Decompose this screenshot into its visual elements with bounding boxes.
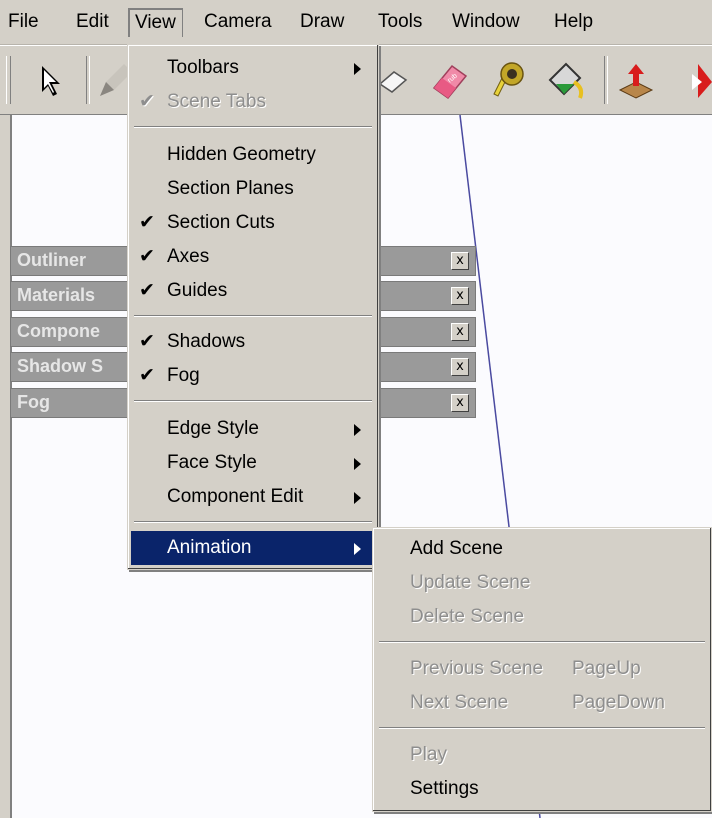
close-icon[interactable]: x [451,323,469,341]
toolbar-separator [86,56,90,104]
shortcut-label: PageUp [572,658,641,679]
menu-item-label: Section Planes [167,178,294,199]
close-icon[interactable]: x [451,287,469,305]
menu-item-next-scene[interactable]: Next Scene PageDown [376,686,708,720]
menu-item-delete-scene[interactable]: Delete Scene [376,600,708,634]
menu-item-section-cuts[interactable]: ✔ Section Cuts [131,206,375,240]
menu-item-hidden-geometry[interactable]: Hidden Geometry [131,138,375,172]
submenu-arrow-icon [354,458,361,470]
submenu-arrow-icon [354,543,361,555]
menu-item-label: Fog [167,365,200,386]
menu-item-animation[interactable]: Animation [131,531,375,565]
menu-item-section-planes[interactable]: Section Planes [131,172,375,206]
menu-item-update-scene[interactable]: Update Scene [376,566,708,600]
menu-item-settings[interactable]: Settings [376,772,708,806]
menu-item-add-scene[interactable]: Add Scene [376,532,708,566]
close-icon[interactable]: x [451,358,469,376]
menu-edit[interactable]: Edit [70,8,115,36]
menu-item-label: Play [410,744,447,765]
menu-item-component-edit[interactable]: Component Edit [131,480,375,514]
dialog-title: Fog [17,392,50,412]
menu-item-label: Previous Scene [410,658,544,679]
menu-item-previous-scene[interactable]: Previous Scene PageUp [376,652,708,686]
menu-item-edge-style[interactable]: Edge Style [131,412,375,446]
menu-item-label: Toolbars [167,57,239,78]
menu-help[interactable]: Help [548,8,599,36]
check-icon: ✔ [139,91,155,112]
menu-item-label: Next Scene [410,692,509,713]
menu-camera[interactable]: Camera [198,8,278,36]
menu-separator [134,521,372,523]
view-menu: Toolbars ✔ Scene Tabs Hidden Geometry Se… [127,44,379,570]
close-icon[interactable]: x [451,252,469,270]
menu-separator [134,400,372,402]
paint-bucket-icon[interactable] [544,58,588,102]
dialog-title: Shadow S [17,356,104,376]
menu-item-label: Scene Tabs [167,91,266,112]
menu-item-label: Update Scene [410,572,531,593]
menu-item-toolbars[interactable]: Toolbars [131,51,375,85]
submenu-arrow-icon [354,424,361,436]
menu-item-play[interactable]: Play [376,738,708,772]
menu-item-fog[interactable]: ✔ Fog [131,359,375,393]
menu-separator [134,126,372,128]
menu-separator [134,315,372,317]
toolbar-grip[interactable] [6,56,11,104]
menu-item-shadows[interactable]: ✔ Shadows [131,325,375,359]
check-icon: ✔ [139,280,155,301]
dialog-title: Outliner [17,250,87,270]
menu-item-label: Face Style [167,452,257,473]
tape-measure-icon[interactable] [484,58,528,102]
menu-item-label: Section Cuts [167,212,275,233]
close-icon[interactable]: x [451,394,469,412]
push-pull-icon[interactable] [376,58,420,102]
menu-separator [379,641,705,643]
select-arrow-icon[interactable] [28,58,72,102]
menu-item-label: Add Scene [410,538,503,559]
menu-item-face-style[interactable]: Face Style [131,446,375,480]
shortcut-label: PageDown [572,692,665,713]
menu-view[interactable]: View [128,8,183,37]
menu-item-label: Hidden Geometry [167,144,316,165]
menu-bar: File Edit View Camera Draw Tools Window … [0,0,712,45]
menu-item-label: Delete Scene [410,606,525,627]
menu-item-label: Axes [167,246,210,267]
menu-draw[interactable]: Draw [294,8,350,36]
menu-item-label: Settings [410,778,479,799]
dialog-title: Compone [17,321,100,341]
move-icon[interactable] [614,58,658,102]
rotate-icon[interactable] [668,58,712,102]
check-icon: ✔ [139,246,155,267]
dialog-title: Materials [17,285,96,305]
menu-tools[interactable]: Tools [372,8,428,36]
check-icon: ✔ [139,365,155,386]
menu-item-label: Guides [167,280,228,301]
check-icon: ✔ [139,331,155,352]
submenu-arrow-icon [354,63,361,75]
check-icon: ✔ [139,212,155,233]
eraser-icon[interactable]: rub [428,58,472,102]
menu-item-guides[interactable]: ✔ Guides [131,274,375,308]
menu-window[interactable]: Window [446,8,526,36]
menu-item-scene-tabs[interactable]: ✔ Scene Tabs [131,85,375,119]
animation-submenu: Add Scene Update Scene Delete Scene Prev… [372,527,712,812]
menu-file[interactable]: File [2,8,45,36]
menu-separator [379,727,705,729]
menu-item-label: Component Edit [167,486,304,507]
menu-item-label: Animation [167,537,252,558]
submenu-arrow-icon [354,492,361,504]
menu-item-label: Edge Style [167,418,259,439]
toolbar-separator [604,56,608,104]
menu-item-label: Shadows [167,331,246,352]
menu-item-axes[interactable]: ✔ Axes [131,240,375,274]
